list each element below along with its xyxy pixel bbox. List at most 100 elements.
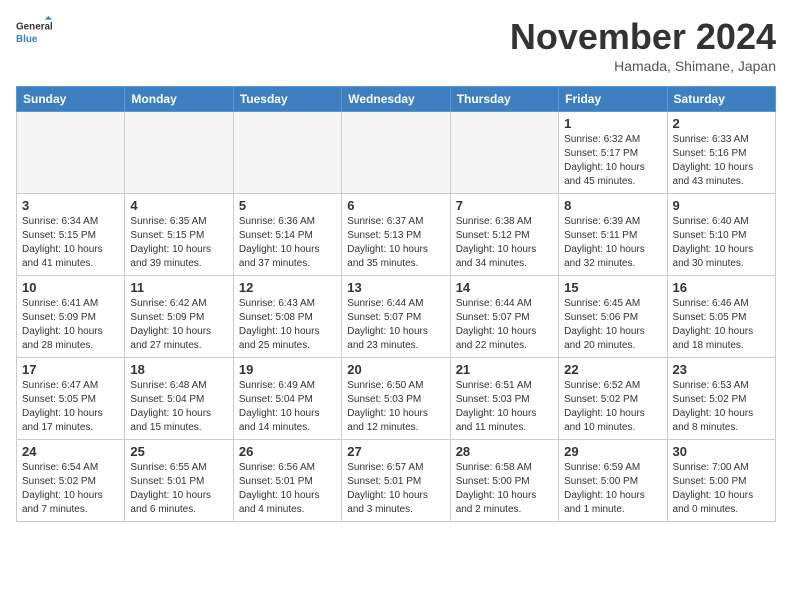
calendar-header-row: SundayMondayTuesdayWednesdayThursdayFrid… [17,87,776,112]
day-number: 22 [564,362,661,377]
day-info: Sunrise: 6:49 AM Sunset: 5:04 PM Dayligh… [239,379,336,435]
day-cell-1-0: 3Sunrise: 6:34 AM Sunset: 5:15 PM Daylig… [17,194,125,276]
week-row-3: 10Sunrise: 6:41 AM Sunset: 5:09 PM Dayli… [17,276,776,358]
day-info: Sunrise: 6:43 AM Sunset: 5:08 PM Dayligh… [239,297,336,353]
day-number: 13 [347,280,444,295]
day-cell-2-2: 12 Sunrise: 6:43 AM Sunset: 5:08 PM Dayli… [233,276,341,358]
day-cell-3-0: 17 Sunrise: 6:47 AM Sunset: 5:05 PM Dayli… [17,358,125,440]
day-number: 23 [673,362,770,377]
day-info: Sunrise: 6:41 AM Sunset: 5:09 PM Dayligh… [22,297,119,353]
day-cell-3-1: 18 Sunrise: 6:48 AM Sunset: 5:04 PM Dayli… [125,358,233,440]
day-number: 28 [456,444,553,459]
header-sunday: Sunday [17,87,125,112]
day-cell-1-4: 7 Sunrise: 6:38 AM Sunset: 5:12 PM Daylig… [450,194,558,276]
day-info: Sunrise: 6:50 AM Sunset: 5:03 PM Dayligh… [347,379,444,435]
day-number: 8 [564,198,661,213]
week-row-4: 17 Sunrise: 6:47 AM Sunset: 5:05 PM Dayli… [17,358,776,440]
day-number: 26 [239,444,336,459]
day-number: 11 [130,280,227,295]
day-cell-1-2: 5 Sunrise: 6:36 AM Sunset: 5:14 PM Daylig… [233,194,341,276]
day-cell-3-6: 23 Sunrise: 6:53 AM Sunset: 5:02 PM Dayli… [667,358,775,440]
day-info: Sunrise: 6:47 AM Sunset: 5:05 PM Dayligh… [22,379,119,435]
day-cell-2-3: 13 Sunrise: 6:44 AM Sunset: 5:07 PM Dayli… [342,276,450,358]
day-number: 12 [239,280,336,295]
location: Hamada, Shimane, Japan [510,58,776,74]
day-info: Sunrise: 6:38 AM Sunset: 5:12 PM Dayligh… [456,215,553,271]
week-row-2: 3Sunrise: 6:34 AM Sunset: 5:15 PM Daylig… [17,194,776,276]
day-info: Sunrise: 6:56 AM Sunset: 5:01 PM Dayligh… [239,461,336,517]
day-number: 15 [564,280,661,295]
day-info: Sunrise: 6:33 AM Sunset: 5:16 PM Dayligh… [673,133,770,189]
day-info: Sunrise: 6:36 AM Sunset: 5:14 PM Dayligh… [239,215,336,271]
day-cell-0-0 [17,112,125,194]
header-saturday: Saturday [667,87,775,112]
header-monday: Monday [125,87,233,112]
day-info: Sunrise: 6:37 AM Sunset: 5:13 PM Dayligh… [347,215,444,271]
day-cell-4-5: 29 Sunrise: 6:59 AM Sunset: 5:00 PM Dayli… [559,440,667,522]
day-info: Sunrise: 6:44 AM Sunset: 5:07 PM Dayligh… [347,297,444,353]
header: General Blue General Blue November 2024 … [16,16,776,74]
day-cell-1-5: 8Sunrise: 6:39 AM Sunset: 5:11 PM Daylig… [559,194,667,276]
day-cell-0-2 [233,112,341,194]
day-info: Sunrise: 6:54 AM Sunset: 5:02 PM Dayligh… [22,461,119,517]
day-info: Sunrise: 6:53 AM Sunset: 5:02 PM Dayligh… [673,379,770,435]
svg-text:Blue: Blue [16,34,38,45]
day-info: Sunrise: 6:46 AM Sunset: 5:05 PM Dayligh… [673,297,770,353]
day-info: Sunrise: 6:59 AM Sunset: 5:00 PM Dayligh… [564,461,661,517]
day-cell-0-1 [125,112,233,194]
day-cell-4-3: 27Sunrise: 6:57 AM Sunset: 5:01 PM Dayli… [342,440,450,522]
day-cell-3-2: 19 Sunrise: 6:49 AM Sunset: 5:04 PM Dayli… [233,358,341,440]
logo: General Blue General Blue [16,16,52,52]
day-number: 17 [22,362,119,377]
day-number: 27 [347,444,444,459]
day-cell-2-1: 11 Sunrise: 6:42 AM Sunset: 5:09 PM Dayli… [125,276,233,358]
day-number: 16 [673,280,770,295]
day-cell-1-3: 6 Sunrise: 6:37 AM Sunset: 5:13 PM Daylig… [342,194,450,276]
day-cell-1-1: 4 Sunrise: 6:35 AM Sunset: 5:15 PM Daylig… [125,194,233,276]
day-number: 5 [239,198,336,213]
day-cell-4-1: 25Sunrise: 6:55 AM Sunset: 5:01 PM Dayli… [125,440,233,522]
day-info: Sunrise: 6:40 AM Sunset: 5:10 PM Dayligh… [673,215,770,271]
title-area: November 2024 Hamada, Shimane, Japan [510,16,776,74]
day-cell-4-2: 26 Sunrise: 6:56 AM Sunset: 5:01 PM Dayli… [233,440,341,522]
day-number: 7 [456,198,553,213]
day-cell-4-4: 28 Sunrise: 6:58 AM Sunset: 5:00 PM Dayli… [450,440,558,522]
day-cell-0-5: 1Sunrise: 6:32 AM Sunset: 5:17 PM Daylig… [559,112,667,194]
day-info: Sunrise: 6:42 AM Sunset: 5:09 PM Dayligh… [130,297,227,353]
svg-text:General: General [16,22,52,33]
day-number: 9 [673,198,770,213]
day-info: Sunrise: 6:51 AM Sunset: 5:03 PM Dayligh… [456,379,553,435]
day-number: 24 [22,444,119,459]
day-cell-0-3 [342,112,450,194]
week-row-5: 24 Sunrise: 6:54 AM Sunset: 5:02 PM Dayli… [17,440,776,522]
day-cell-0-6: 2Sunrise: 6:33 AM Sunset: 5:16 PM Daylig… [667,112,775,194]
logo-icon: General Blue [16,16,52,52]
day-number: 6 [347,198,444,213]
day-number: 4 [130,198,227,213]
day-cell-2-4: 14Sunrise: 6:44 AM Sunset: 5:07 PM Dayli… [450,276,558,358]
day-cell-2-0: 10Sunrise: 6:41 AM Sunset: 5:09 PM Dayli… [17,276,125,358]
day-cell-3-4: 21Sunrise: 6:51 AM Sunset: 5:03 PM Dayli… [450,358,558,440]
day-info: Sunrise: 6:45 AM Sunset: 5:06 PM Dayligh… [564,297,661,353]
day-info: Sunrise: 6:32 AM Sunset: 5:17 PM Dayligh… [564,133,661,189]
day-number: 3 [22,198,119,213]
month-title: November 2024 [510,16,776,58]
day-number: 29 [564,444,661,459]
day-cell-2-6: 16 Sunrise: 6:46 AM Sunset: 5:05 PM Dayli… [667,276,775,358]
day-number: 18 [130,362,227,377]
day-cell-2-5: 15 Sunrise: 6:45 AM Sunset: 5:06 PM Dayli… [559,276,667,358]
header-thursday: Thursday [450,87,558,112]
day-info: Sunrise: 6:58 AM Sunset: 5:00 PM Dayligh… [456,461,553,517]
day-number: 30 [673,444,770,459]
day-cell-1-6: 9 Sunrise: 6:40 AM Sunset: 5:10 PM Daylig… [667,194,775,276]
day-info: Sunrise: 6:35 AM Sunset: 5:15 PM Dayligh… [130,215,227,271]
day-cell-3-3: 20Sunrise: 6:50 AM Sunset: 5:03 PM Dayli… [342,358,450,440]
day-cell-3-5: 22 Sunrise: 6:52 AM Sunset: 5:02 PM Dayli… [559,358,667,440]
day-number: 19 [239,362,336,377]
calendar-table: SundayMondayTuesdayWednesdayThursdayFrid… [16,86,776,522]
header-friday: Friday [559,87,667,112]
day-cell-4-0: 24 Sunrise: 6:54 AM Sunset: 5:02 PM Dayli… [17,440,125,522]
day-number: 14 [456,280,553,295]
day-info: Sunrise: 6:48 AM Sunset: 5:04 PM Dayligh… [130,379,227,435]
day-info: Sunrise: 6:52 AM Sunset: 5:02 PM Dayligh… [564,379,661,435]
